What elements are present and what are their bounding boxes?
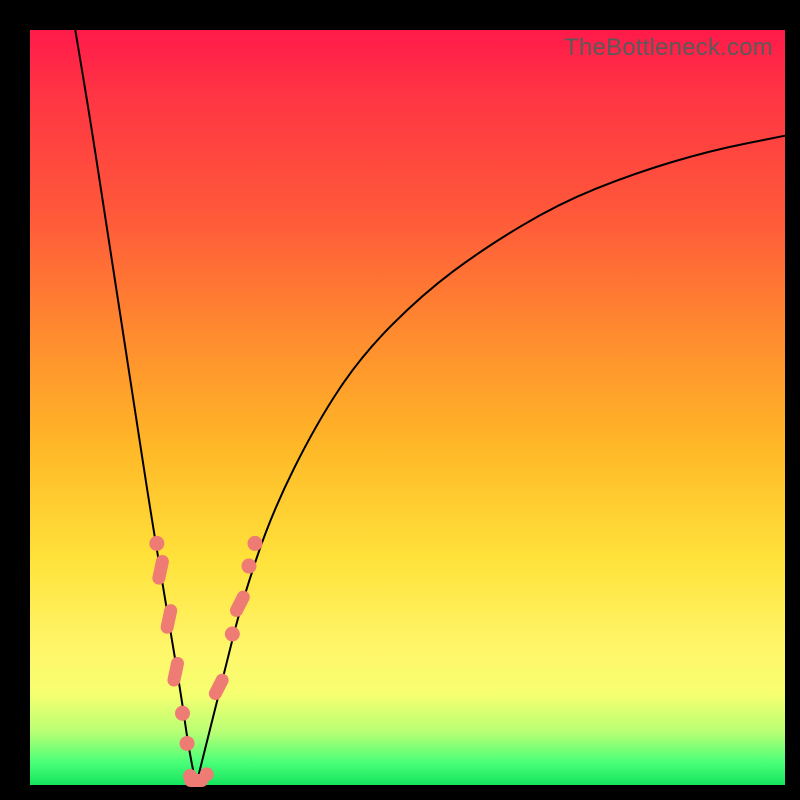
marker-pill xyxy=(151,554,170,586)
marker-dot xyxy=(241,559,256,574)
marker-dot xyxy=(175,706,190,721)
marker-pill xyxy=(207,671,231,702)
marker-pill xyxy=(159,603,178,635)
marker-dot xyxy=(149,536,164,551)
marker-pill xyxy=(166,656,185,688)
marker-dot xyxy=(180,736,195,751)
curve-layer xyxy=(30,30,785,785)
marker-dot xyxy=(200,767,214,781)
chart-frame: TheBottleneck.com xyxy=(0,0,800,800)
marker-pill xyxy=(228,588,252,619)
curve-right-branch xyxy=(196,136,785,785)
plot-area: TheBottleneck.com xyxy=(30,30,785,785)
marker-dot xyxy=(225,627,240,642)
marker-dot xyxy=(247,536,262,551)
